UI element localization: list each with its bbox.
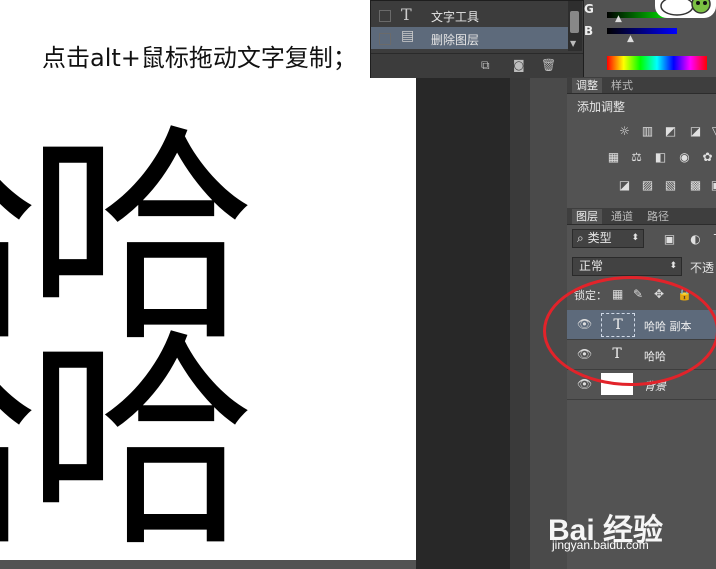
b-slider[interactable] (607, 28, 677, 34)
collapsed-panel-strip (530, 0, 567, 569)
blend-mode-value: 正常 (579, 259, 604, 273)
search-icon: ⌕ (577, 231, 584, 245)
opacity-label: 不透 (690, 261, 715, 275)
watermark-url: jingyan.baidu.com (552, 538, 649, 552)
b-slider-handle-icon[interactable]: ▲ (627, 34, 634, 44)
tab-layers[interactable]: 图层 (572, 209, 602, 224)
snapshot-camera-icon[interactable]: ◙ (513, 58, 525, 72)
document-canvas[interactable]: 点击alt+鼠标拖动文字复制； 哈 哈 哈 哈 (0, 0, 416, 560)
workspace-background (416, 0, 510, 569)
history-footer: ⧉ ◙ 🗑 (371, 53, 583, 78)
history-item-label: 删除图层 (431, 33, 480, 47)
levels-icon[interactable]: ▥ (640, 124, 655, 138)
history-panel: T 文字工具 ▤ 删除图层 ▼ ⧉ ◙ 🗑 (370, 0, 584, 78)
tab-styles[interactable]: 样式 (607, 78, 637, 93)
channel-label-g: G (584, 2, 594, 16)
history-scroll-thumb[interactable] (570, 11, 579, 33)
blend-mode-dropdown[interactable]: 正常 ⬍ (572, 257, 682, 276)
exposure-icon[interactable]: ◪ (688, 124, 703, 138)
filter-adjustment-icon[interactable]: ◐ (688, 232, 703, 246)
brightness-icon[interactable]: ☼ (617, 124, 632, 138)
color-spectrum-bar[interactable] (607, 56, 707, 70)
tab-adjustments[interactable]: 调整 (572, 78, 602, 93)
panel-dock-gutter (510, 0, 530, 569)
photo-filter-icon[interactable]: ◉ (677, 150, 692, 164)
black-white-icon[interactable]: ◧ (653, 150, 668, 164)
vibrance-icon[interactable]: ▽ (709, 124, 716, 138)
g-slider-handle-icon[interactable]: ▲ (615, 14, 622, 24)
layers-tabbar: 图层 通道 路径 (567, 208, 716, 225)
tab-channels[interactable]: 通道 (607, 209, 637, 224)
selective-color-icon[interactable]: ▣ (709, 178, 716, 192)
color-balance-icon[interactable]: ⚖ (629, 150, 644, 164)
tab-paths[interactable]: 路径 (643, 209, 673, 224)
hue-saturation-icon[interactable]: ▦ (606, 150, 621, 164)
history-item-selected[interactable]: ▤ 删除图层 (371, 27, 568, 49)
layer-filter-value: 类型 (587, 231, 612, 245)
highlight-annotation-circle (543, 276, 716, 386)
filter-type-icon[interactable]: T (710, 232, 716, 246)
instruction-text: 点击alt+鼠标拖动文字复制； (42, 44, 357, 72)
gradient-map-icon[interactable]: ▩ (688, 178, 703, 192)
new-document-from-state-icon[interactable]: ⧉ (481, 58, 490, 73)
chevron-down-icon: ⬍ (669, 261, 677, 271)
sticker-decoration-icon (655, 0, 716, 18)
invert-icon[interactable]: ◪ (617, 178, 632, 192)
layer-filter-dropdown[interactable]: ⌕ 类型 ⬍ (572, 229, 644, 248)
chevron-down-icon: ⬍ (631, 233, 639, 243)
channel-label-b: B (584, 24, 594, 38)
filter-pixel-icon[interactable]: ▣ (662, 232, 677, 246)
history-item[interactable]: T 文字工具 (371, 4, 568, 26)
history-item-label: 文字工具 (431, 10, 480, 24)
trash-icon[interactable]: 🗑 (541, 58, 556, 72)
history-checkbox[interactable] (379, 10, 391, 22)
canvas-text-copy[interactable]: 哈 (26, 330, 256, 560)
adjustments-tabbar: 调整 样式 (567, 77, 716, 94)
document-icon: ▤ (401, 28, 415, 44)
type-tool-icon: T (401, 5, 412, 24)
history-checkbox[interactable] (379, 33, 391, 45)
channel-mixer-icon[interactable]: ✿ (700, 150, 715, 164)
adjustments-title: 添加调整 (577, 100, 626, 114)
scroll-down-icon[interactable]: ▼ (570, 39, 576, 48)
posterize-icon[interactable]: ▨ (640, 178, 655, 192)
curves-icon[interactable]: ◩ (663, 124, 678, 138)
threshold-icon[interactable]: ▧ (663, 178, 678, 192)
